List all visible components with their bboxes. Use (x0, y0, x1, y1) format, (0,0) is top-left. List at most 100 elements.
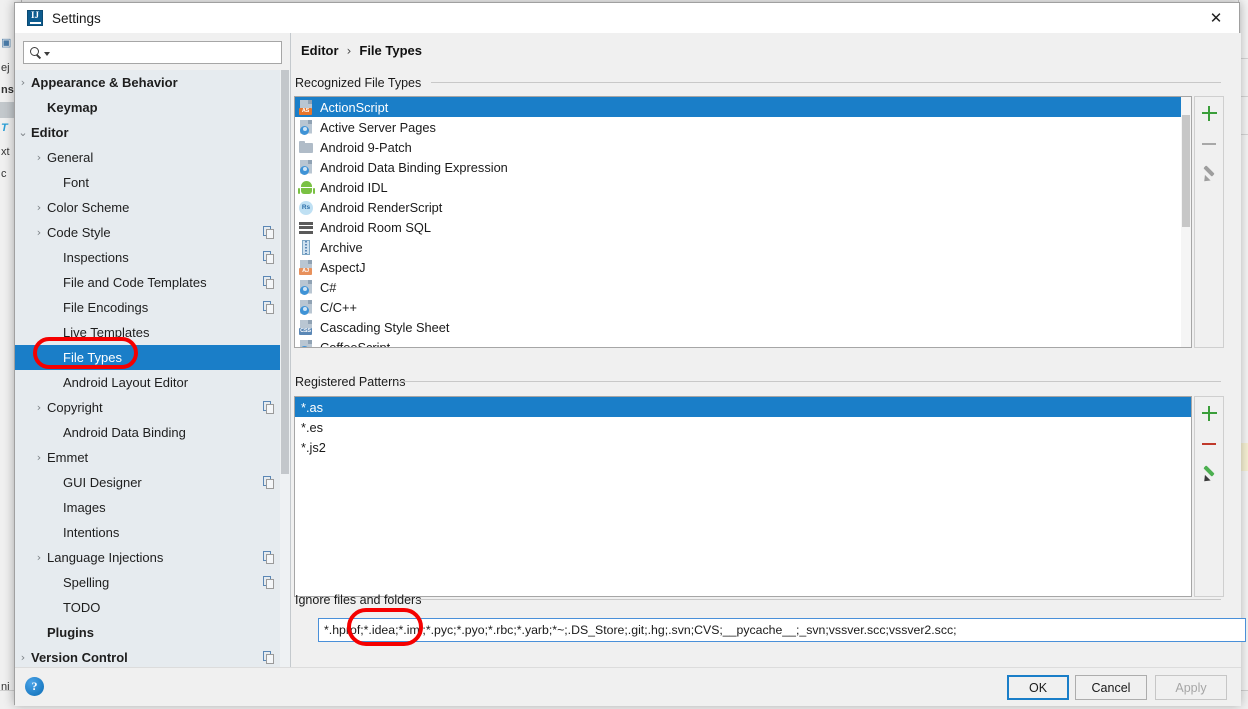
registered-patterns-list[interactable]: *.as *.es*.js2 (294, 396, 1192, 597)
chevron-right-icon[interactable]: › (31, 552, 47, 563)
file-type-row[interactable]: C# (295, 277, 1191, 297)
sidebar-item-code-style[interactable]: ›Code Style (15, 220, 290, 245)
sidebar-item-copyright[interactable]: ›Copyright (15, 395, 290, 420)
search-icon (29, 46, 43, 60)
ok-button[interactable]: OK (1007, 675, 1069, 700)
pattern-text: *.as (301, 400, 323, 415)
actionscript-file-icon: AS (299, 100, 314, 115)
chevron-right-icon[interactable]: › (31, 202, 47, 213)
copy-settings-icon[interactable] (263, 651, 276, 664)
pattern-row[interactable]: *.as (295, 397, 1191, 417)
copy-settings-icon[interactable] (263, 401, 276, 414)
file-type-row[interactable]: C/C++ (295, 297, 1191, 317)
chevron-right-icon[interactable]: › (15, 77, 31, 88)
sidebar-item-intentions[interactable]: Intentions (15, 520, 290, 545)
add-pattern-button[interactable] (1197, 401, 1221, 425)
chevron-right-icon[interactable]: › (31, 452, 47, 463)
ignore-input[interactable] (318, 618, 1246, 642)
file-type-row[interactable]: Active Server Pages (295, 117, 1191, 137)
edit-pattern-button[interactable] (1197, 463, 1221, 487)
recognized-list-scrollbar-thumb[interactable] (1182, 115, 1190, 227)
file-type-row[interactable]: CoffeeScript (295, 337, 1191, 348)
file-type-row[interactable]: CSSCascading Style Sheet (295, 317, 1191, 337)
close-icon[interactable]: ✕ (1193, 3, 1239, 33)
copy-settings-icon[interactable] (263, 576, 276, 589)
sidebar-item-spelling[interactable]: Spelling (15, 570, 290, 595)
copy-settings-icon[interactable] (263, 251, 276, 264)
sidebar-item-label: Code Style (47, 225, 111, 240)
apply-button: Apply (1155, 675, 1227, 700)
pattern-row[interactable]: *.js2 (295, 437, 1191, 457)
recognized-file-types-list[interactable]: ASActionScript Active Server Pages Android… (294, 96, 1192, 348)
registered-group-rule (396, 381, 1221, 382)
sidebar-item-color-scheme[interactable]: ›Color Scheme (15, 195, 290, 220)
settings-tree[interactable]: ›Appearance & BehaviorKeymap⌄Editor›Gene… (15, 70, 290, 667)
sidebar-item-label: Font (63, 175, 89, 190)
edit-file-type-button (1197, 163, 1221, 187)
sidebar-item-editor[interactable]: ⌄Editor (15, 120, 290, 145)
breadcrumb-current: File Types (359, 43, 422, 58)
copy-settings-icon[interactable] (263, 476, 276, 489)
cancel-button[interactable]: Cancel (1075, 675, 1147, 700)
sidebar-item-keymap[interactable]: Keymap (15, 95, 290, 120)
sidebar-item-file-encodings[interactable]: File Encodings (15, 295, 290, 320)
sidebar-item-inspections[interactable]: Inspections (15, 245, 290, 270)
file-type-row[interactable]: Android Data Binding Expression (295, 157, 1191, 177)
sidebar-item-appearance-behavior[interactable]: ›Appearance & Behavior (15, 70, 290, 95)
sidebar-item-emmet[interactable]: ›Emmet (15, 445, 290, 470)
recognized-list-scrollbar[interactable] (1181, 97, 1191, 347)
search-box[interactable] (23, 41, 282, 64)
ignore-group-rule (416, 599, 1221, 600)
search-container (15, 33, 290, 70)
add-file-type-button[interactable] (1197, 101, 1221, 125)
remove-pattern-button[interactable] (1197, 432, 1221, 456)
sidebar-item-gui-designer[interactable]: GUI Designer (15, 470, 290, 495)
sidebar-item-todo[interactable]: TODO (15, 595, 290, 620)
search-input[interactable] (50, 45, 281, 61)
registered-patterns-label: Registered Patterns (295, 375, 405, 389)
chevron-down-icon[interactable]: ⌄ (15, 127, 31, 138)
recognized-file-types-label: Recognized File Types (295, 76, 421, 90)
sidebar-scrollbar[interactable] (280, 70, 290, 667)
copy-settings-icon[interactable] (263, 301, 276, 314)
file-type-row[interactable]: RsAndroid RenderScript (295, 197, 1191, 217)
breadcrumb-parent[interactable]: Editor (301, 43, 339, 58)
file-type-row[interactable]: Android 9-Patch (295, 137, 1191, 157)
ignore-files-label: Ignore files and folders (295, 593, 421, 607)
chevron-right-icon[interactable]: › (31, 152, 47, 163)
sidebar-item-version-control[interactable]: ›Version Control (15, 645, 290, 667)
sidebar-scrollbar-thumb[interactable] (281, 70, 289, 474)
aspectj-file-icon: AJ (299, 260, 314, 275)
sidebar-item-label: Intentions (63, 525, 119, 540)
folder-icon (299, 140, 314, 155)
copy-settings-icon[interactable] (263, 551, 276, 564)
chevron-right-icon[interactable]: › (31, 402, 47, 413)
file-type-row[interactable]: Android IDL (295, 177, 1191, 197)
file-type-row[interactable]: Archive (295, 237, 1191, 257)
sidebar-item-live-templates[interactable]: Live Templates (15, 320, 290, 345)
sidebar-item-label: Language Injections (47, 550, 163, 565)
sidebar-item-file-and-code-templates[interactable]: File and Code Templates (15, 270, 290, 295)
file-type-row[interactable]: ASActionScript (295, 97, 1191, 117)
sidebar-item-images[interactable]: Images (15, 495, 290, 520)
chevron-right-icon[interactable]: › (31, 227, 47, 238)
copy-settings-icon[interactable] (263, 226, 276, 239)
sidebar-item-android-layout-editor[interactable]: Android Layout Editor (15, 370, 290, 395)
sidebar-item-file-types[interactable]: File Types (15, 345, 290, 370)
file-type-row[interactable]: Android Room SQL (295, 217, 1191, 237)
pencil-icon (1201, 167, 1217, 183)
sidebar-item-font[interactable]: Font (15, 170, 290, 195)
sidebar-item-label: General (47, 150, 93, 165)
copy-settings-icon[interactable] (263, 276, 276, 289)
pattern-row[interactable]: *.es (295, 417, 1191, 437)
file-type-name: Active Server Pages (320, 120, 436, 135)
sidebar-item-plugins[interactable]: Plugins (15, 620, 290, 645)
file-type-row[interactable]: AJAspectJ (295, 257, 1191, 277)
sidebar-item-android-data-binding[interactable]: Android Data Binding (15, 420, 290, 445)
asp-file-icon (299, 120, 314, 135)
css-file-icon: CSS (299, 320, 314, 335)
sidebar-item-language-injections[interactable]: ›Language Injections (15, 545, 290, 570)
help-question-icon[interactable]: ? (25, 677, 44, 696)
sidebar-item-general[interactable]: ›General (15, 145, 290, 170)
chevron-right-icon[interactable]: › (15, 652, 31, 663)
